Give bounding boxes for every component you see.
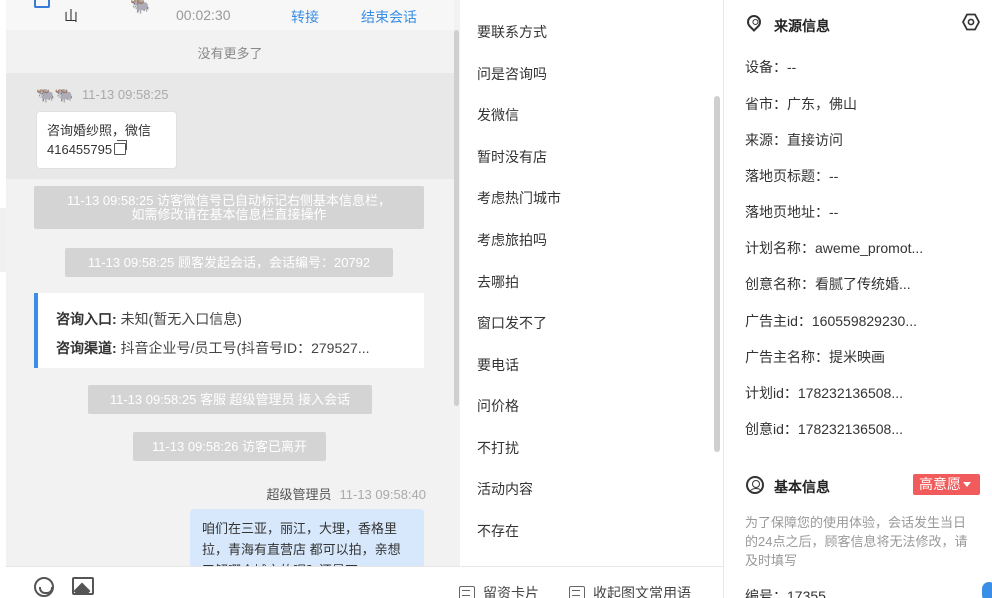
chat-input-toolbar <box>6 566 460 598</box>
intent-tag-dropdown[interactable]: 高意愿 <box>913 474 980 495</box>
system-message: 11-13 09:58:25 客服 超级管理员 接入会话 <box>88 385 372 414</box>
chevron-down-icon <box>963 482 971 487</box>
session-timer: 00:02:30 <box>176 7 231 23</box>
chat-header: 山 🐃 00:02:30 转接 结束会话 <box>6 0 454 30</box>
phrase-item[interactable]: 考虑热门城市 <box>477 188 561 208</box>
system-message: 11-13 09:58:25 顾客发起会话，会话编号：20792 <box>65 248 393 277</box>
monitor-icon <box>34 0 50 8</box>
plan-id: 计划id：178232136508... <box>745 385 903 401</box>
agent-name: 超级管理员 <box>266 487 332 502</box>
phrase-item[interactable]: 发微信 <box>477 105 519 125</box>
entry-info-card: 咨询入口: 未知(暂无入口信息) 咨询渠道: 抖音企业号/员工号(抖音号ID：2… <box>34 293 424 368</box>
system-text: 如需修改请在基本信息栏直接操作 <box>131 207 327 222</box>
entry-value: 未知(暂无入口信息) <box>120 311 242 327</box>
transfer-button[interactable]: 转接 <box>291 7 319 27</box>
chat-panel: 山 🐃 00:02:30 转接 结束会话 没有更多了 🐃🐃 11-13 09:5… <box>6 0 460 598</box>
visitor-avatar: 🐃🐃 <box>36 87 74 104</box>
phrase-item[interactable]: 要电话 <box>477 355 519 375</box>
system-message: 11-13 09:58:26 访客已离开 <box>133 432 326 461</box>
customer-info-panel: 来源信息 设备：-- 省市：广东，佛山 来源：直接访问 落地页标题：-- 落地页… <box>724 0 992 598</box>
customer-number: 编号：17355 <box>745 588 826 598</box>
end-session-button[interactable]: 结束会话 <box>361 7 417 27</box>
source-device: 设备：-- <box>745 59 797 75</box>
agent-message-header: 超级管理员 11-13 09:58:40 <box>266 484 426 503</box>
phrase-item[interactable]: 活动内容 <box>477 479 533 499</box>
phrase-item[interactable]: 窗口发不了 <box>477 313 547 333</box>
phrase-item[interactable]: 考虑旅拍吗 <box>477 230 547 250</box>
advertiser-id: 广告主id：160559829230... <box>745 313 917 329</box>
visitor-name: 山 <box>64 8 78 24</box>
plan-name: 计划名称：aweme_promot... <box>745 240 924 256</box>
phrase-item[interactable]: 要联系方式 <box>477 22 547 42</box>
collapse-icon <box>569 586 585 598</box>
floating-action-button[interactable] <box>982 582 992 598</box>
phrase-item[interactable]: 暂时没有店 <box>477 147 547 167</box>
message-time: 11-13 09:58:25 <box>82 87 169 102</box>
creative-id: 创意id：178232136508... <box>745 421 903 437</box>
location-pin-icon <box>744 12 764 32</box>
visitor-message: 🐃🐃 11-13 09:58:25 咨询婚纱照，微信 416455795 <box>6 73 454 179</box>
source-region: 省市：广东，佛山 <box>745 96 857 112</box>
lead-card-button[interactable]: 留资卡片 <box>459 583 539 598</box>
system-text: 11-13 09:58:25 访客微信号已自动标记右侧基本信息栏， <box>66 193 392 208</box>
phrases-scrollbar[interactable] <box>714 96 720 452</box>
lead-card-label: 留资卡片 <box>483 585 539 598</box>
user-icon <box>746 476 764 494</box>
quick-phrases-panel: 要联系方式 问是咨询吗 发微信 暂时没有店 考虑热门城市 考虑旅拍吗 去哪拍 窗… <box>461 0 723 566</box>
card-icon <box>459 586 475 598</box>
advertiser-name: 广告主名称：提米映画 <box>745 349 885 365</box>
chat-scrollbar[interactable] <box>454 30 459 406</box>
message-time: 11-13 09:58:40 <box>339 487 427 502</box>
source-channel: 来源：直接访问 <box>745 132 843 148</box>
agent-bubble: 咱们在三亚，丽江，大理，香格里拉，青海有直营店 都可以拍，亲想了解哪个城市的呢？… <box>190 509 424 569</box>
source-info-title: 来源信息 <box>774 18 830 34</box>
settings-icon[interactable] <box>962 13 980 31</box>
landing-page-url: 落地页地址：-- <box>745 204 839 220</box>
visitor-bubble: 咨询婚纱照，微信 416455795 <box>36 111 177 169</box>
no-more-history: 没有更多了 <box>197 46 263 61</box>
phrase-item[interactable]: 问是咨询吗 <box>477 64 547 84</box>
phrase-item[interactable]: 去哪拍 <box>477 272 519 292</box>
entry-label: 咨询入口: <box>56 311 117 327</box>
collapse-phrases-label: 收起图文常用语 <box>593 585 691 598</box>
creative-name: 创意名称：看腻了传统婚... <box>745 276 911 292</box>
collapse-phrases-button[interactable]: 收起图文常用语 <box>569 583 691 598</box>
copy-icon[interactable] <box>114 140 128 155</box>
phrase-item[interactable]: 不打扰 <box>477 438 519 458</box>
phrase-item[interactable]: 问价格 <box>477 396 519 416</box>
channel-label: 咨询渠道: <box>56 340 117 356</box>
intent-tag-label: 高意愿 <box>919 476 961 492</box>
system-message: 11-13 09:58:25 访客微信号已自动标记右侧基本信息栏， 如需修改请在… <box>34 186 424 229</box>
basic-info-title: 基本信息 <box>774 479 830 495</box>
phrase-toolbar: 留资卡片 收起图文常用语 <box>459 566 723 598</box>
wechat-id: 416455795 <box>47 142 113 157</box>
landing-page-title: 落地页标题：-- <box>745 168 839 184</box>
channel-value: 抖音企业号/员工号(抖音号ID：279527... <box>120 340 370 356</box>
image-icon[interactable] <box>72 577 94 595</box>
emoji-icon[interactable] <box>34 577 54 597</box>
phrase-item[interactable]: 不存在 <box>477 521 519 541</box>
edit-notice: 为了保障您的使用体验，会话发生当日的24点之后，顾客信息将无法修改，请及时填写 <box>745 515 968 568</box>
visitor-avatar: 🐃 <box>130 0 150 15</box>
message-text: 咨询婚纱照，微信 <box>47 123 152 138</box>
